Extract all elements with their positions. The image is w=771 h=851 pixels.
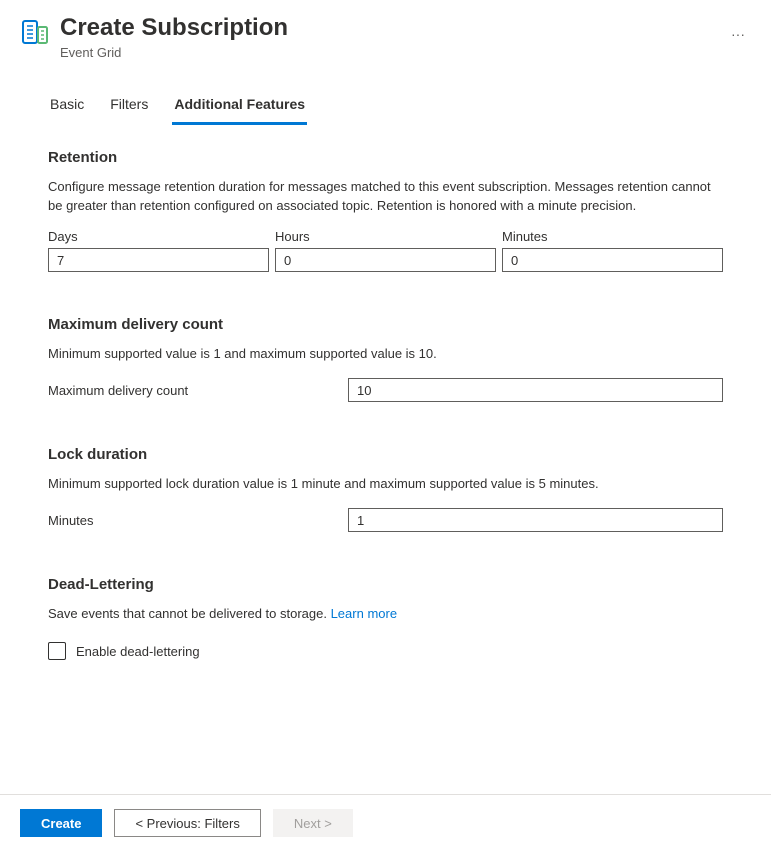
minutes-label: Minutes [502, 229, 723, 244]
tab-basic[interactable]: Basic [48, 90, 86, 125]
content: Retention Configure message retention du… [0, 125, 771, 724]
subscription-icon [20, 18, 48, 46]
max-delivery-desc: Minimum supported value is 1 and maximum… [48, 345, 723, 364]
retention-desc: Configure message retention duration for… [48, 178, 723, 216]
days-label: Days [48, 229, 269, 244]
dead-lettering-title: Dead-Lettering [48, 576, 723, 593]
retention-hours-col: Hours [275, 229, 496, 272]
retention-title: Retention [48, 149, 723, 166]
days-input[interactable] [48, 248, 269, 272]
max-delivery-input[interactable] [348, 378, 723, 402]
lock-duration-input[interactable] [348, 508, 723, 532]
dead-lettering-section: Dead-Lettering Save events that cannot b… [48, 576, 723, 660]
hours-input[interactable] [275, 248, 496, 272]
dead-lettering-desc: Save events that cannot be delivered to … [48, 605, 723, 624]
more-icon[interactable]: ··· [725, 20, 751, 48]
max-delivery-section: Maximum delivery count Minimum supported… [48, 316, 723, 402]
next-button: Next > [273, 809, 353, 837]
retention-section: Retention Configure message retention du… [48, 149, 723, 273]
page-subtitle: Event Grid [60, 45, 703, 60]
learn-more-link[interactable]: Learn more [331, 606, 397, 621]
page-title: Create Subscription [60, 14, 703, 43]
dead-lettering-desc-text: Save events that cannot be delivered to … [48, 606, 331, 621]
tab-filters[interactable]: Filters [108, 90, 150, 125]
lock-duration-desc: Minimum supported lock duration value is… [48, 475, 723, 494]
dead-lettering-checkbox-row: Enable dead-lettering [48, 642, 723, 660]
retention-minutes-col: Minutes [502, 229, 723, 272]
lock-duration-title: Lock duration [48, 446, 723, 463]
hours-label: Hours [275, 229, 496, 244]
tabs: Basic Filters Additional Features [0, 70, 771, 125]
retention-days-col: Days [48, 229, 269, 272]
lock-duration-label: Minutes [48, 513, 338, 528]
page-header: Create Subscription Event Grid ··· [0, 0, 771, 70]
create-button[interactable]: Create [20, 809, 102, 837]
previous-button[interactable]: < Previous: Filters [114, 809, 260, 837]
lock-duration-section: Lock duration Minimum supported lock dur… [48, 446, 723, 532]
tab-additional-features[interactable]: Additional Features [172, 90, 307, 125]
lock-duration-field: Minutes [48, 508, 723, 532]
max-delivery-label: Maximum delivery count [48, 383, 338, 398]
footer: Create < Previous: Filters Next > [0, 794, 771, 851]
enable-dead-lettering-checkbox[interactable] [48, 642, 66, 660]
minutes-input[interactable] [502, 248, 723, 272]
retention-fields: Days Hours Minutes [48, 229, 723, 272]
header-text: Create Subscription Event Grid [60, 14, 703, 60]
enable-dead-lettering-label: Enable dead-lettering [76, 644, 200, 659]
max-delivery-field: Maximum delivery count [48, 378, 723, 402]
max-delivery-title: Maximum delivery count [48, 316, 723, 333]
